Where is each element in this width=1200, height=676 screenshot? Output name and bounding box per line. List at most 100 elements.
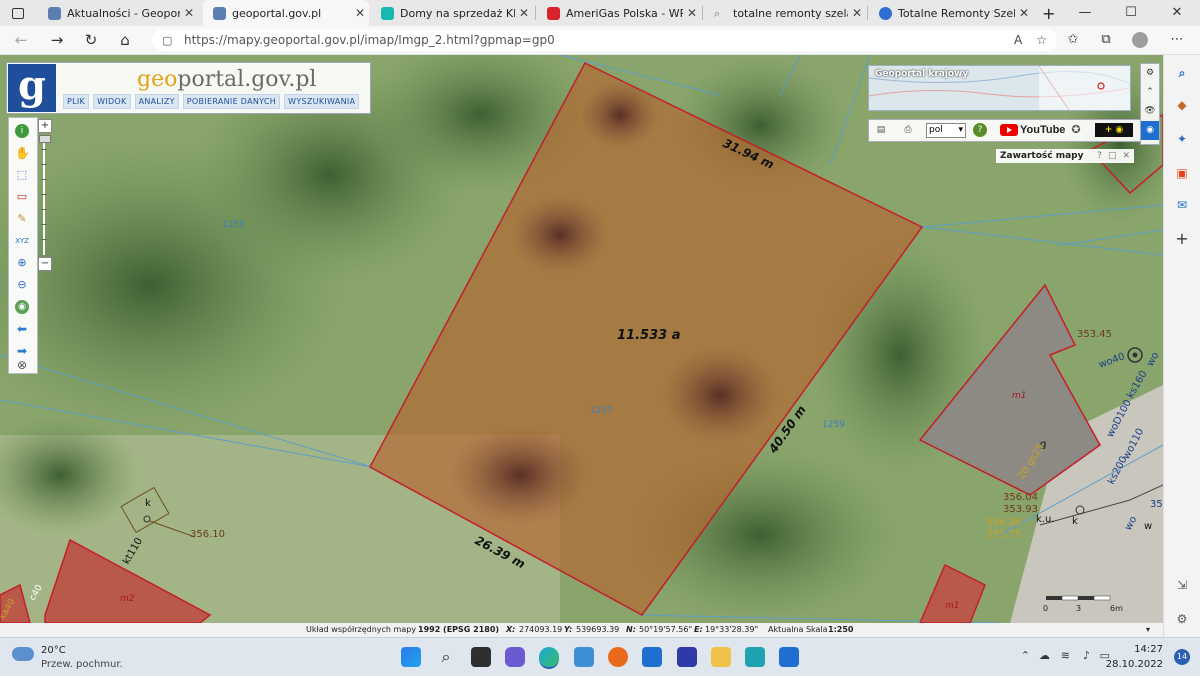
layers-panel-header[interactable]: Zawartość mapy ? □ ✕ — [996, 149, 1134, 163]
draw-pencil-icon[interactable]: ✎ — [15, 212, 29, 226]
layers-close-button[interactable]: ✕ — [1122, 149, 1130, 163]
app-teal-icon[interactable] — [745, 647, 765, 667]
tab-aktualnosci[interactable]: Aktualności - Geoportal Kra ✕ — [38, 0, 198, 26]
mail-icon[interactable] — [642, 647, 662, 667]
geoportal-logo[interactable]: g — [8, 64, 56, 112]
print-icon[interactable]: ⎙ — [901, 123, 915, 137]
sidebar-add-icon[interactable]: + — [1174, 231, 1190, 247]
previous-view-icon[interactable]: ⬅ — [15, 322, 29, 336]
xyz-coordinates-icon[interactable]: XYZ — [15, 234, 29, 248]
zoom-minus-button[interactable]: − — [38, 257, 52, 271]
notification-badge[interactable]: 14 — [1174, 649, 1190, 665]
overview-minimap[interactable]: Geoportal krajowy — [868, 65, 1131, 111]
zoom-slider-handle[interactable] — [39, 135, 51, 143]
zoom-tick — [41, 149, 47, 150]
menu-plik[interactable]: PLIK — [63, 94, 90, 109]
collections-icon[interactable]: ⧉ — [1093, 26, 1119, 54]
select-area-icon[interactable]: ⬚ — [15, 168, 29, 182]
tab-totalne-remonty[interactable]: Totalne Remonty Szelągows ✕ — [869, 0, 1033, 26]
new-tab-button[interactable]: + — [1036, 0, 1062, 26]
map-settings-icon[interactable]: ⚙ — [1141, 64, 1159, 83]
back-button[interactable]: ← — [8, 26, 34, 54]
forward-button[interactable]: → — [44, 26, 70, 54]
outlook-icon[interactable] — [779, 647, 799, 667]
layers-restore-button[interactable]: □ — [1108, 149, 1117, 163]
zoom-plus-button[interactable]: + — [38, 119, 52, 133]
tray-chevron-icon[interactable]: ⌃ — [1021, 649, 1030, 662]
app-icon[interactable] — [677, 647, 697, 667]
youtube-link[interactable]: YouTube — [1000, 123, 1065, 137]
sidebar-tools-icon[interactable]: ✦ — [1174, 131, 1190, 147]
full-extent-globe-icon[interactable]: ◉ — [15, 300, 29, 314]
read-aloud-icon[interactable]: A — [1014, 29, 1022, 51]
sidebar-outlook-icon[interactable]: ✉ — [1174, 197, 1190, 213]
select-red-icon[interactable]: ▭ — [15, 190, 29, 204]
legend-icon[interactable]: ▤ — [875, 123, 887, 137]
tab-geoportal[interactable]: geoportal.gov.pl ✕ — [203, 0, 369, 26]
tab-close-icon[interactable]: ✕ — [683, 6, 701, 20]
favorites-icon[interactable]: ✩ — [1060, 26, 1086, 54]
add-favorite-icon[interactable]: ☆ — [1036, 29, 1047, 51]
clock[interactable]: 14:27 28.10.2022 — [1106, 642, 1163, 672]
map-control-bar: ▤ ⎙ pol ▾ ? YouTube ✪ + ◉ — [868, 119, 1141, 142]
maximize-button[interactable]: ☐ — [1108, 0, 1154, 26]
tab-close-icon[interactable]: ✕ — [180, 6, 198, 20]
zoom-tick — [41, 179, 47, 180]
menu-analizy[interactable]: ANALIZY — [134, 94, 179, 109]
chat-icon[interactable] — [505, 647, 525, 667]
accessibility-icon[interactable]: ✪ — [1069, 123, 1083, 137]
info-tool-icon[interactable]: i — [15, 124, 29, 138]
more-options-icon[interactable]: ⋯ — [1164, 26, 1190, 54]
store-icon[interactable] — [574, 647, 594, 667]
tray-cloud-icon[interactable]: ☁ — [1039, 649, 1050, 662]
next-view-icon[interactable]: ➡ — [15, 344, 29, 358]
tab-search-totalne[interactable]: ⌕ totalne remonty szelągowsk ✕ — [704, 0, 866, 26]
profile-avatar[interactable] — [1127, 26, 1153, 54]
map-viewport[interactable]: 0 3 6m 11.533 a 31.94 m 40.50 m 26.39 m … — [0, 55, 1163, 623]
task-view-icon[interactable] — [471, 647, 491, 667]
tab-amerigas[interactable]: AmeriGas Polska - WP Pocz ✕ — [537, 0, 701, 26]
tab-close-icon[interactable]: ✕ — [1015, 6, 1033, 20]
sidebar-open-icon[interactable]: ⇲ — [1174, 577, 1190, 593]
layers-help-button[interactable]: ? — [1097, 149, 1102, 163]
menu-pobieranie-danych[interactable]: POBIERANIE DANYCH — [182, 94, 281, 109]
file-explorer-icon[interactable] — [711, 647, 731, 667]
lock-icon[interactable]: ▢ — [162, 34, 174, 47]
zoom-track[interactable] — [43, 135, 45, 255]
tab-domy[interactable]: Domy na sprzedaż Klucze, c ✕ — [371, 0, 533, 26]
close-window-button[interactable]: ✕ — [1154, 0, 1200, 26]
clear-tool-icon[interactable]: ⊗ — [15, 358, 29, 372]
firefox-icon[interactable] — [608, 647, 628, 667]
scroll-down-icon[interactable]: ▾ — [1146, 623, 1150, 637]
sidebar-office-icon[interactable]: ▣ — [1174, 165, 1190, 181]
sidebar-settings-icon[interactable]: ⚙ — [1174, 611, 1190, 627]
menu-wyszukiwania[interactable]: WYSZUKIWANIA — [284, 94, 360, 109]
tab-close-icon[interactable]: ✕ — [515, 6, 533, 20]
tab-title: AmeriGas Polska - WP Pocz — [566, 6, 683, 20]
menu-widok[interactable]: WIDOK — [93, 94, 131, 109]
edge-browser-icon[interactable] — [539, 647, 559, 669]
sidebar-shopping-icon[interactable]: ◆ — [1174, 97, 1190, 113]
collapse-up-icon[interactable]: ⌃ — [1141, 83, 1159, 102]
volume-icon[interactable]: ♪ — [1083, 649, 1090, 662]
pan-hand-icon[interactable]: ✋ — [15, 146, 30, 160]
zoom-in-icon[interactable]: ⊕ — [15, 256, 29, 270]
wifi-icon[interactable]: ≋ — [1061, 649, 1070, 662]
tab-actions-button[interactable] — [0, 0, 34, 26]
visibility-eye-icon[interactable]: ◉ — [1141, 121, 1159, 140]
sidebar-search-icon[interactable]: ⌕ — [1174, 65, 1190, 81]
help-icon[interactable]: ? — [973, 123, 987, 137]
high-contrast-icon[interactable]: + ◉ — [1095, 123, 1133, 137]
taskbar-search-icon[interactable]: ⌕ — [436, 647, 456, 667]
zoom-slider[interactable]: + − — [38, 119, 52, 271]
language-select[interactable]: pol ▾ — [926, 123, 966, 138]
tab-close-icon[interactable]: ✕ — [351, 6, 369, 20]
start-button-icon[interactable] — [401, 647, 421, 667]
reload-button[interactable]: ↻ — [78, 26, 104, 54]
home-button[interactable]: ⌂ — [112, 26, 138, 54]
address-bar[interactable]: ▢ https://mapy.geoportal.gov.pl/imap/Img… — [152, 29, 1057, 51]
minimize-button[interactable]: — — [1062, 0, 1108, 26]
tab-close-icon[interactable]: ✕ — [848, 6, 866, 20]
toggle-eye-icon[interactable]: 👁 — [1141, 102, 1159, 121]
zoom-out-icon[interactable]: ⊖ — [15, 278, 29, 292]
